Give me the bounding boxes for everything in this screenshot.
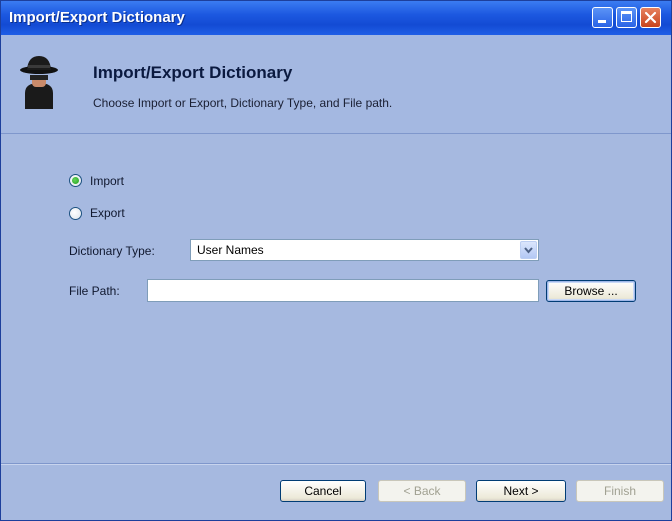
chevron-down-icon bbox=[524, 247, 533, 254]
back-button[interactable]: < Back bbox=[378, 480, 466, 502]
browse-button[interactable]: Browse ... bbox=[546, 280, 636, 302]
dictionary-type-label: Dictionary Type: bbox=[69, 244, 155, 258]
footer-divider-highlight bbox=[1, 464, 671, 465]
file-path-input[interactable] bbox=[147, 279, 539, 302]
minimize-icon bbox=[598, 20, 606, 23]
import-label[interactable]: Import bbox=[90, 174, 124, 188]
window-title: Import/Export Dictionary bbox=[9, 9, 185, 26]
dictionary-type-select[interactable]: User Names bbox=[190, 239, 539, 261]
finish-button[interactable]: Finish bbox=[576, 480, 664, 502]
export-radio[interactable] bbox=[69, 207, 82, 220]
file-path-label: File Path: bbox=[69, 284, 120, 298]
title-bar[interactable]: Import/Export Dictionary bbox=[1, 1, 671, 35]
header-title: Import/Export Dictionary bbox=[93, 63, 293, 82]
radio-selected-dot bbox=[72, 177, 79, 184]
header-subtitle: Choose Import or Export, Dictionary Type… bbox=[93, 96, 393, 110]
dictionary-type-value: User Names bbox=[197, 243, 264, 257]
wizard-header: Import/Export Dictionary Choose Import o… bbox=[1, 35, 671, 134]
close-icon bbox=[644, 11, 657, 24]
spy-hat-icon bbox=[20, 56, 58, 109]
next-button[interactable]: Next > bbox=[476, 480, 566, 502]
import-export-dialog: Import/Export Dictionary Import/Export D… bbox=[0, 0, 672, 521]
cancel-button[interactable]: Cancel bbox=[280, 480, 366, 502]
minimize-button[interactable] bbox=[592, 7, 613, 28]
import-radio[interactable] bbox=[69, 174, 82, 187]
export-label[interactable]: Export bbox=[90, 206, 125, 220]
maximize-button[interactable] bbox=[616, 7, 637, 28]
maximize-icon bbox=[621, 11, 632, 22]
dropdown-button[interactable] bbox=[520, 241, 537, 259]
close-button[interactable] bbox=[640, 7, 661, 28]
